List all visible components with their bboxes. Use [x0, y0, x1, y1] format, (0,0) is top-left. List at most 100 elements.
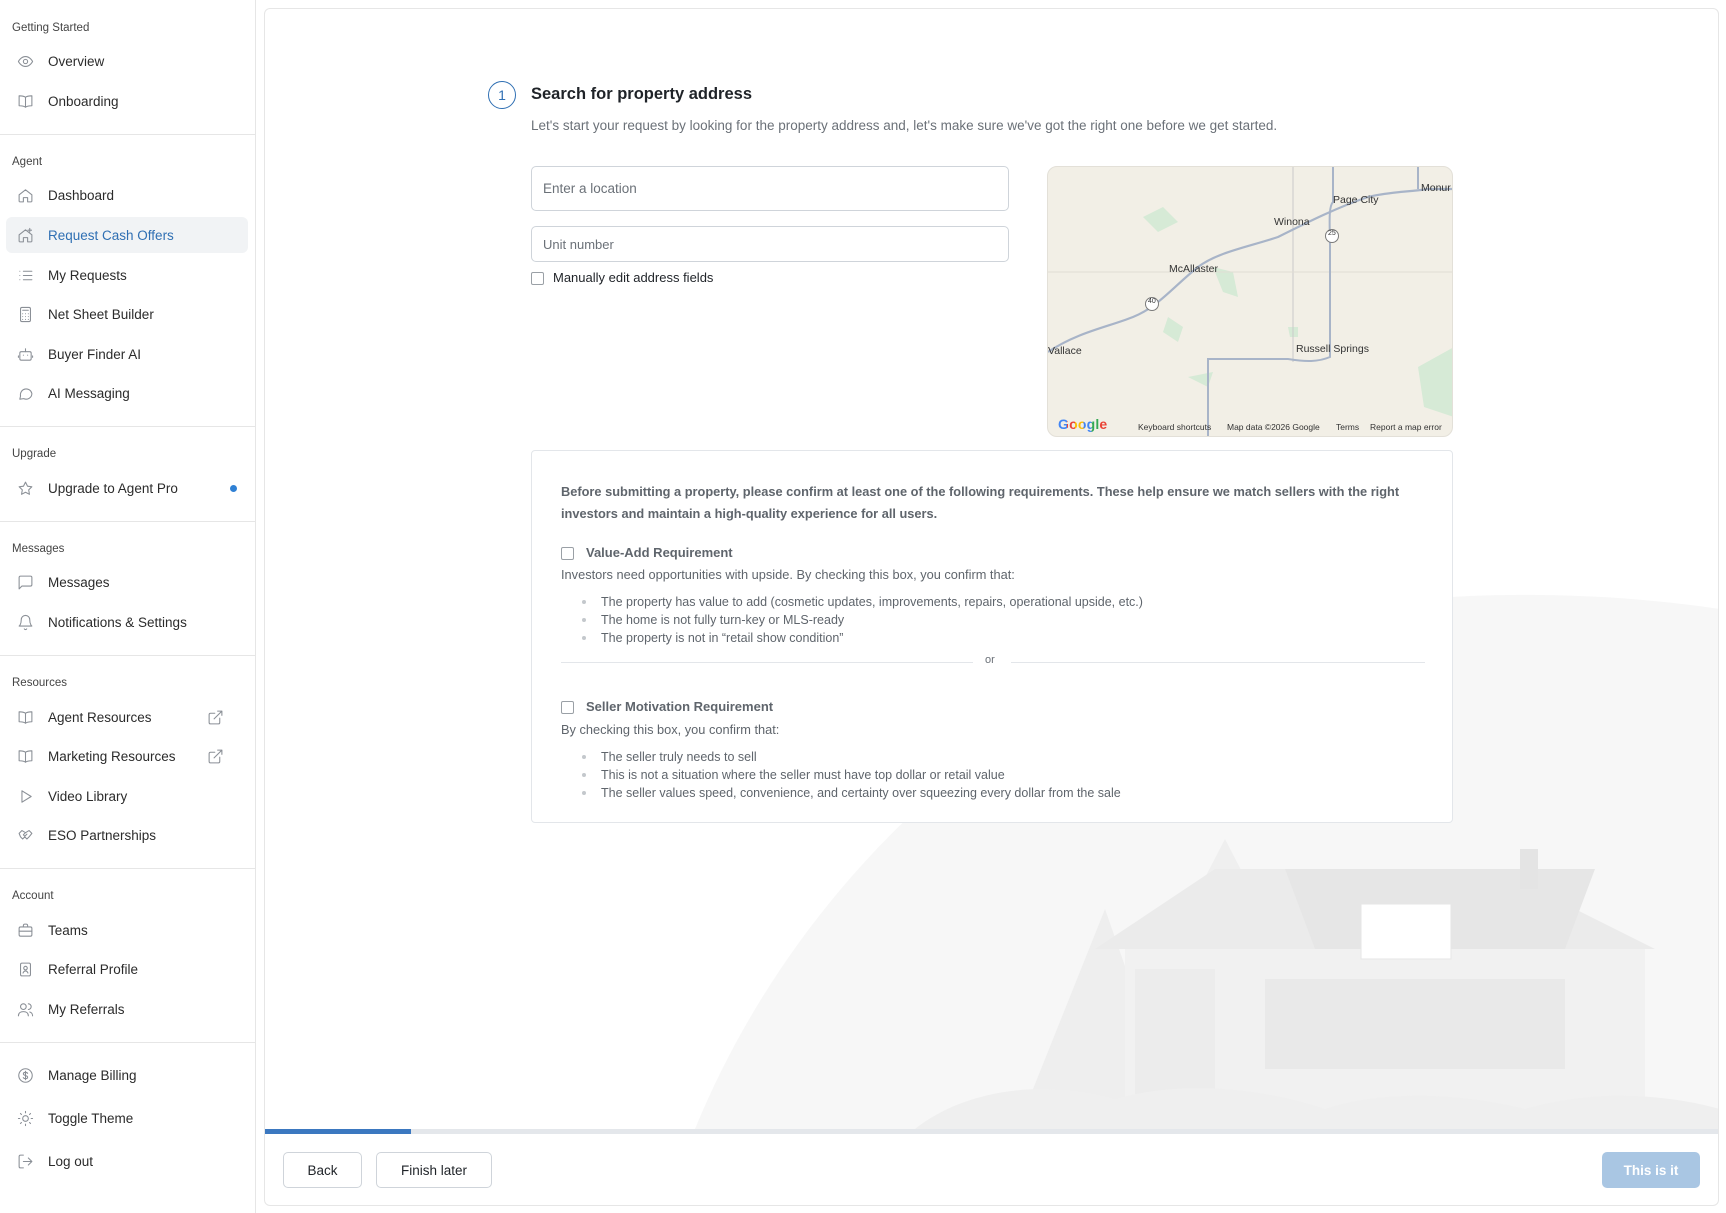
- list-item: The property is not in “retail show cond…: [582, 629, 1143, 647]
- seller-motivation-title[interactable]: Seller Motivation Requirement: [586, 699, 773, 714]
- sidebar-item-label: Manage Billing: [48, 1067, 137, 1083]
- sidebar-divider: [0, 655, 256, 656]
- list-icon: [16, 266, 34, 284]
- manual-edit-label[interactable]: Manually edit address fields: [553, 270, 713, 285]
- sidebar-divider: [0, 868, 256, 869]
- sidebar-item-agent-resources[interactable]: Agent Resources: [6, 699, 248, 735]
- step-title: Search for property address: [531, 85, 752, 103]
- sidebar-item-my-requests[interactable]: My Requests: [6, 257, 248, 293]
- logout-icon: [16, 1152, 34, 1170]
- sidebar-item-upgrade-pro[interactable]: Upgrade to Agent Pro: [6, 470, 248, 506]
- sidebar-item-overview[interactable]: Overview: [6, 43, 248, 79]
- robot-icon: [16, 345, 34, 363]
- main-panel: 1 Search for property address Let's star…: [264, 8, 1719, 1206]
- message-square-icon: [16, 573, 34, 591]
- list-item: This is not a situation where the seller…: [582, 766, 1121, 784]
- map-label-page-city: Page City: [1333, 194, 1379, 206]
- value-add-title[interactable]: Value-Add Requirement: [586, 545, 733, 560]
- map-roads: [1048, 167, 1452, 436]
- section-label-account: Account: [12, 890, 54, 902]
- step-description: Let's start your request by looking for …: [531, 118, 1278, 133]
- section-label-getting-started: Getting Started: [12, 22, 90, 34]
- sidebar-divider: [0, 426, 256, 427]
- section-label-upgrade: Upgrade: [12, 448, 57, 460]
- home-plus-icon: [16, 226, 34, 244]
- sidebar-item-manage-billing[interactable]: Manage Billing: [6, 1057, 248, 1093]
- star-icon: [16, 479, 34, 497]
- section-label-resources: Resources: [12, 677, 67, 689]
- requirements-card: Before submitting a property, please con…: [531, 450, 1453, 823]
- chat-bubble-icon: [16, 384, 34, 402]
- map-label-russell-springs: Russell Springs: [1296, 343, 1369, 355]
- sidebar-item-label: Log out: [48, 1153, 94, 1169]
- sidebar-item-net-sheet-builder[interactable]: Net Sheet Builder: [6, 296, 248, 332]
- id-card-icon: [16, 960, 34, 978]
- sidebar-item-label: Teams: [48, 922, 88, 938]
- map-report-error-link[interactable]: Report a map error: [1370, 422, 1442, 432]
- book-icon: [16, 708, 34, 726]
- map-label-wallace: Vallace: [1048, 345, 1082, 357]
- manual-edit-checkbox[interactable]: [531, 272, 544, 285]
- or-divider-left: [561, 662, 973, 663]
- sidebar-divider: [0, 1042, 256, 1043]
- google-map[interactable]: Page City Monur Winona McAllaster Vallac…: [1047, 166, 1453, 437]
- section-label-agent: Agent: [12, 156, 43, 168]
- this-is-it-button[interactable]: This is it: [1602, 1152, 1700, 1188]
- sidebar-item-request-cash-offers[interactable]: Request Cash Offers: [6, 217, 248, 253]
- section-label-messages: Messages: [12, 543, 65, 555]
- sidebar-item-label: My Referrals: [48, 1001, 125, 1017]
- sidebar-item-label: AI Messaging: [48, 385, 130, 401]
- route-40-shield: 40: [1148, 298, 1156, 305]
- sidebar-divider: [0, 134, 256, 135]
- list-item: The seller values speed, convenience, an…: [582, 786, 1121, 800]
- dollar-circle-icon: [16, 1066, 34, 1084]
- sidebar-item-toggle-theme[interactable]: Toggle Theme: [6, 1100, 248, 1136]
- eye-icon: [16, 52, 34, 70]
- sidebar-item-referral-profile[interactable]: Referral Profile: [6, 951, 248, 987]
- or-divider-right: [1011, 662, 1425, 663]
- sidebar-item-label: Marketing Resources: [48, 748, 176, 764]
- seller-motivation-subtitle: By checking this box, you confirm that:: [561, 722, 780, 737]
- map-terms-link[interactable]: Terms: [1336, 422, 1359, 432]
- map-keyboard-shortcuts-link[interactable]: Keyboard shortcuts: [1138, 422, 1211, 432]
- users-icon: [16, 1000, 34, 1018]
- sidebar-item-marketing-resources[interactable]: Marketing Resources: [6, 738, 248, 774]
- sidebar-item-buyer-finder-ai[interactable]: Buyer Finder AI: [6, 336, 248, 372]
- bell-icon: [16, 613, 34, 631]
- sidebar-item-eso-partnerships[interactable]: ESO Partnerships: [6, 817, 248, 853]
- list-item: The seller truly needs to sell: [582, 748, 1121, 766]
- handshake-icon: [16, 826, 34, 844]
- play-icon: [16, 787, 34, 805]
- home-icon: [16, 186, 34, 204]
- map-label-winona: Winona: [1274, 216, 1310, 228]
- seller-motivation-checkbox[interactable]: [561, 701, 574, 714]
- list-item: The property has value to add (cosmetic …: [582, 595, 1143, 609]
- location-search-input[interactable]: [531, 166, 1009, 211]
- sidebar-item-label: Dashboard: [48, 187, 115, 203]
- map-label-mcallaster: McAllaster: [1169, 263, 1219, 275]
- sidebar-item-onboarding[interactable]: Onboarding: [6, 83, 248, 119]
- map-label-monument: Monur: [1421, 182, 1451, 194]
- finish-later-button[interactable]: Finish later: [376, 1152, 492, 1188]
- progress-bar-fill: [265, 1129, 411, 1134]
- value-add-checkbox[interactable]: [561, 547, 574, 560]
- or-divider-text: or: [985, 654, 995, 666]
- sidebar-item-notifications-settings[interactable]: Notifications & Settings: [6, 604, 248, 640]
- sidebar-item-teams[interactable]: Teams: [6, 912, 248, 948]
- sidebar-item-label: Overview: [48, 53, 105, 69]
- requirements-intro: Before submitting a property, please con…: [561, 484, 1400, 521]
- value-add-subtitle: Investors need opportunities with upside…: [561, 567, 1015, 582]
- sidebar-item-messages[interactable]: Messages: [6, 564, 248, 600]
- external-link-icon: [206, 747, 224, 765]
- sidebar-item-my-referrals[interactable]: My Referrals: [6, 991, 248, 1027]
- book-icon: [16, 92, 34, 110]
- sidebar-item-log-out[interactable]: Log out: [6, 1143, 248, 1179]
- sidebar-item-dashboard[interactable]: Dashboard: [6, 177, 248, 213]
- sidebar-item-ai-messaging[interactable]: AI Messaging: [6, 375, 248, 411]
- external-link-icon: [206, 708, 224, 726]
- step-number-badge: 1: [488, 81, 516, 109]
- back-button[interactable]: Back: [283, 1152, 362, 1188]
- sidebar-item-video-library[interactable]: Video Library: [6, 778, 248, 814]
- unit-number-input[interactable]: [531, 226, 1009, 262]
- sidebar-item-label: Upgrade to Agent Pro: [48, 480, 178, 496]
